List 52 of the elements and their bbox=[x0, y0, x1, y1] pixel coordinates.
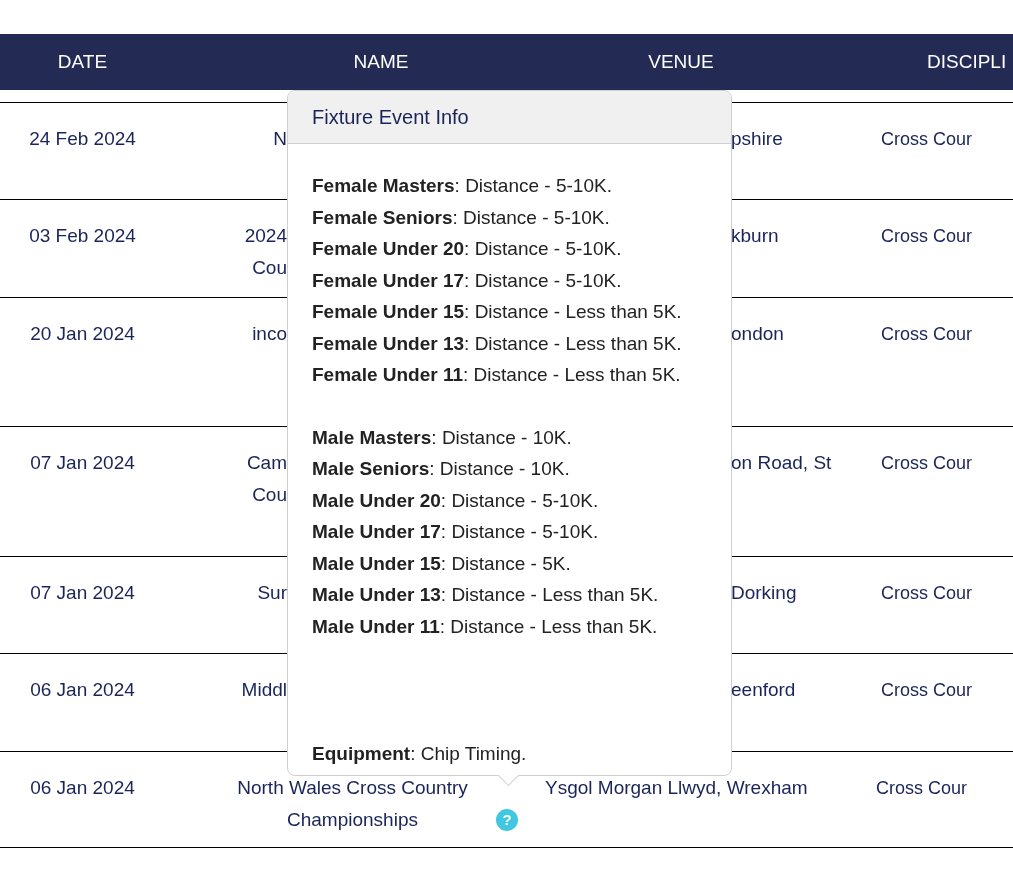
date-cell-text: 24 Feb 2024 bbox=[29, 127, 136, 151]
info-line: Male Under 11: Distance - Less than 5K. bbox=[312, 614, 659, 639]
name-text: inco bbox=[252, 322, 287, 346]
venue-cell: pshire bbox=[731, 128, 783, 149]
venue-cell: on Road, St bbox=[731, 452, 832, 473]
discipline-cell: Cross Cour bbox=[881, 226, 973, 246]
name-text: Cou bbox=[252, 256, 287, 280]
venue-cell: kburn bbox=[731, 225, 779, 246]
name-text: Championships bbox=[287, 809, 418, 830]
info-line: Female Seniors: Distance - 5-10K. bbox=[312, 205, 611, 230]
discipline-cell: Cross Cour bbox=[876, 778, 968, 798]
name-text: North Wales Cross Country bbox=[237, 776, 468, 800]
date-cell-text: 06 Jan 2024 bbox=[30, 678, 135, 702]
help-icon[interactable]: ? bbox=[496, 809, 518, 831]
venue-cell: Ysgol Morgan Llwyd, Wrexham bbox=[545, 777, 808, 798]
column-header: DISCIPLI bbox=[926, 49, 1008, 74]
name-text: Cam bbox=[246, 451, 287, 475]
name-text: Middl bbox=[241, 678, 287, 702]
date-cell-text: 06 Jan 2024 bbox=[30, 776, 135, 800]
info-line: Male Under 15: Distance - 5K. bbox=[312, 551, 572, 576]
column-header: DATE bbox=[56, 49, 109, 74]
info-line: Female Masters: Distance - 5-10K. bbox=[312, 174, 613, 198]
name-text: Cou bbox=[252, 483, 287, 507]
venue-cell: eenford bbox=[731, 679, 796, 700]
info-line: Equipment: Chip Timing. bbox=[312, 741, 528, 766]
info-line: Female Under 13: Distance - Less than 5K. bbox=[312, 331, 683, 356]
date-cell-text: 07 Jan 2024 bbox=[30, 451, 135, 475]
info-line: Male Under 20: Distance - 5-10K. bbox=[312, 488, 600, 513]
discipline-cell: Cross Cour bbox=[881, 453, 973, 473]
date-cell-text: 20 Jan 2024 bbox=[30, 322, 135, 346]
venue-cell: ondon bbox=[731, 323, 784, 344]
date-cell-text: 07 Jan 2024 bbox=[30, 581, 135, 605]
name-text: Sur bbox=[257, 581, 287, 605]
discipline-cell: Cross Cour bbox=[881, 129, 973, 149]
date-cell-text: 03 Feb 2024 bbox=[29, 224, 136, 248]
name-text: N bbox=[273, 127, 287, 151]
discipline-cell: Cross Cour bbox=[881, 583, 973, 603]
discipline-cell: Cross Cour bbox=[881, 324, 973, 344]
info-line: Female Under 20: Distance - 5-10K. bbox=[312, 237, 623, 261]
info-line: Male Seniors: Distance - 10K. bbox=[312, 457, 571, 481]
popover-title: Fixture Event Info bbox=[312, 105, 469, 130]
info-line: Male Under 13: Distance - Less than 5K. bbox=[312, 583, 660, 607]
column-header: VENUE bbox=[647, 49, 715, 74]
name-text: 2024 bbox=[244, 224, 287, 248]
venue-cell: Dorking bbox=[731, 582, 797, 603]
info-line: Female Under 11: Distance - Less than 5K. bbox=[312, 363, 682, 387]
info-line: Male Masters: Distance - 10K. bbox=[312, 425, 573, 450]
discipline-cell: Cross Cour bbox=[881, 680, 973, 700]
info-line: Female Under 15: Distance - Less than 5K. bbox=[312, 300, 683, 324]
column-header: NAME bbox=[352, 49, 410, 74]
info-line: Female Under 17: Distance - 5-10K. bbox=[312, 268, 623, 293]
info-line: Male Under 17: Distance - 5-10K. bbox=[312, 520, 600, 544]
